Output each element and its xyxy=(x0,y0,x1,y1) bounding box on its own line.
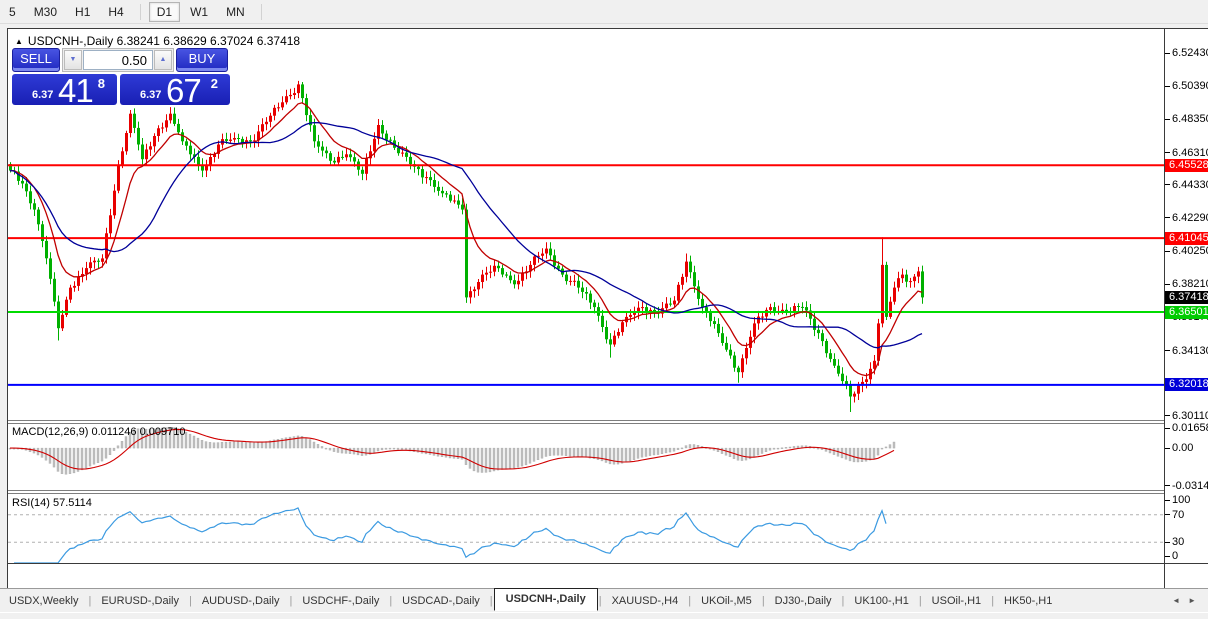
date-axis[interactable]: 11 May 20212 Jun 202124 Jun 202116 Jul 2… xyxy=(8,563,1164,564)
buy-price-prefix: 6.37 xyxy=(140,89,161,101)
chart-plot-area[interactable]: MACD(12,26,9) 0.011246 0.009710 RSI(14) … xyxy=(8,29,1164,564)
axis-tick-mark xyxy=(1165,428,1170,429)
axis-bottom-corner xyxy=(1164,563,1208,589)
sell-price-big: 41 xyxy=(58,72,93,110)
chart-window: MACD(12,26,9) 0.011246 0.009710 RSI(14) … xyxy=(7,28,1208,588)
rsi-tick-label: 70 xyxy=(1172,509,1184,521)
axis-tick-mark xyxy=(1165,415,1170,416)
rsi-chart-svg[interactable] xyxy=(8,494,1164,563)
volume-input[interactable] xyxy=(83,50,153,70)
axis-tick-mark xyxy=(1165,514,1170,515)
price-marker-6-32018: 6.32018 xyxy=(1165,378,1208,391)
volume-group: ▼ ▲ xyxy=(62,48,174,72)
price-tick-label: 6.40250 xyxy=(1172,245,1208,257)
price-marker-6-37418: 6.37418 xyxy=(1165,291,1208,304)
rsi-tick-label: 30 xyxy=(1172,536,1184,548)
tab-dj30-daily[interactable]: DJ30-,Daily xyxy=(766,591,841,611)
ohlc-title-text: USDCNH-,Daily 6.38241 6.38629 6.37024 6.… xyxy=(28,34,300,48)
axis-tick-mark xyxy=(1165,542,1170,543)
tab-audusd-daily[interactable]: AUDUSD-,Daily xyxy=(193,591,289,611)
price-tick-label: 6.30110 xyxy=(1172,410,1208,422)
volume-increase-icon[interactable]: ▲ xyxy=(154,50,172,70)
tab-usdchf-daily[interactable]: USDCHF-,Daily xyxy=(293,591,388,611)
buy-price-big: 67 xyxy=(166,72,201,110)
price-tick-label: 6.48350 xyxy=(1172,113,1208,125)
volume-decrease-icon[interactable]: ▼ xyxy=(64,50,82,70)
axis-tick-mark xyxy=(1165,217,1170,218)
tab-hk50-h1[interactable]: HK50-,H1 xyxy=(995,591,1061,611)
axis-tick-mark xyxy=(1165,251,1170,252)
axis-tick-mark xyxy=(1165,485,1170,486)
timeframe-MN[interactable]: MN xyxy=(218,2,253,22)
price-axis[interactable]: 6.52430 6.50390 6.48350 6.46310 6.44330 6.422… xyxy=(1164,29,1208,563)
panel-separator[interactable] xyxy=(8,490,1164,494)
price-tick-label: 6.42290 xyxy=(1172,212,1208,224)
axis-tick-mark xyxy=(1165,350,1170,351)
price-tick-label: 6.52430 xyxy=(1172,47,1208,59)
axis-tick-mark xyxy=(1165,556,1170,557)
rsi-tick-label: 0 xyxy=(1172,550,1178,562)
macd-indicator-label: MACD(12,26,9) 0.011246 0.009710 xyxy=(12,426,185,438)
timeframe-H4[interactable]: H4 xyxy=(100,2,131,22)
tab-usoil-h1[interactable]: USOil-,H1 xyxy=(923,591,991,611)
chart-ohlc-title: ▲ USDCNH-,Daily 6.38241 6.38629 6.37024 6… xyxy=(15,34,300,48)
tab-usdcnh-daily[interactable]: USDCNH-,Daily xyxy=(494,588,598,611)
price-marker-6-45528: 6.45528 xyxy=(1165,159,1208,172)
price-tick-label: 6.46310 xyxy=(1172,147,1208,159)
tab-usdx-weekly[interactable]: USDX,Weekly xyxy=(0,591,87,611)
macd-tick-label: -0.031423 xyxy=(1172,480,1208,492)
axis-tick-mark xyxy=(1165,119,1170,120)
timeframe-toolbar: 5M30H1H4 D1W1MN xyxy=(0,0,1208,24)
buy-price-sup: 2 xyxy=(211,76,218,91)
buy-price-display[interactable]: 6.37 67 2 xyxy=(120,74,230,105)
collapse-trade-panel-icon[interactable]: ▲ xyxy=(15,37,23,46)
timeframe-W1[interactable]: W1 xyxy=(182,2,216,22)
sell-price-sup: 8 xyxy=(98,76,105,91)
tab-scroll: ◄► xyxy=(1160,596,1208,605)
price-tick-label: 6.44330 xyxy=(1172,179,1208,191)
tab-eurusd-daily[interactable]: EURUSD-,Daily xyxy=(92,591,188,611)
axis-tick-mark xyxy=(1165,184,1170,185)
axis-tick-mark xyxy=(1165,448,1170,449)
macd-tick-label: 0.00 xyxy=(1172,442,1193,454)
tab-usdcad-daily[interactable]: USDCAD-,Daily xyxy=(393,591,489,611)
timeframe-H1[interactable]: H1 xyxy=(67,2,98,22)
price-tick-label: 6.38210 xyxy=(1172,278,1208,290)
chart-tab-bar: USDX,Weekly|EURUSD-,Daily|AUDUSD-,Daily|… xyxy=(0,588,1208,612)
tab-xauusd-h4[interactable]: XAUUSD-,H4 xyxy=(603,591,688,611)
panel-separator[interactable] xyxy=(8,420,1164,424)
axis-tick-mark xyxy=(1165,152,1170,153)
price-tick-label: 6.34130 xyxy=(1172,345,1208,357)
axis-tick-mark xyxy=(1165,284,1170,285)
axis-tick-mark xyxy=(1165,53,1170,54)
timeframe-D1[interactable]: D1 xyxy=(149,2,180,22)
axis-tick-mark xyxy=(1165,500,1170,501)
toolbar-separator xyxy=(140,4,141,20)
timeframe-5[interactable]: 5 xyxy=(1,2,24,22)
axis-tick-mark xyxy=(1165,86,1170,87)
price-marker-6-36501: 6.36501 xyxy=(1165,306,1208,319)
tab-ukoil-m5[interactable]: UKOil-,M5 xyxy=(692,591,761,611)
sell-button[interactable]: SELL xyxy=(12,48,60,72)
sell-price-prefix: 6.37 xyxy=(32,89,53,101)
price-marker-6-41045: 6.41045 xyxy=(1165,232,1208,245)
buy-button[interactable]: BUY xyxy=(176,48,228,72)
one-click-trading-panel: SELL ▼ ▲ BUY 6.37 41 8 6.37 67 2 xyxy=(12,48,234,105)
tab-scroll-left-icon[interactable]: ◄ xyxy=(1172,596,1180,605)
price-tick-label: 6.50390 xyxy=(1172,80,1208,92)
tab-scroll-right-icon[interactable]: ► xyxy=(1188,596,1196,605)
toolbar-separator xyxy=(261,4,262,20)
rsi-indicator-label: RSI(14) 57.5114 xyxy=(12,497,92,509)
macd-tick-label: 0.016586 xyxy=(1172,422,1208,434)
timeframe-M30[interactable]: M30 xyxy=(26,2,65,22)
rsi-tick-label: 100 xyxy=(1172,494,1190,506)
mt4-terminal: { "toolbar": { "groups": [["5","M30","H1… xyxy=(0,0,1208,618)
sell-price-display[interactable]: 6.37 41 8 xyxy=(12,74,117,105)
tab-uk100-h1[interactable]: UK100-,H1 xyxy=(845,591,917,611)
